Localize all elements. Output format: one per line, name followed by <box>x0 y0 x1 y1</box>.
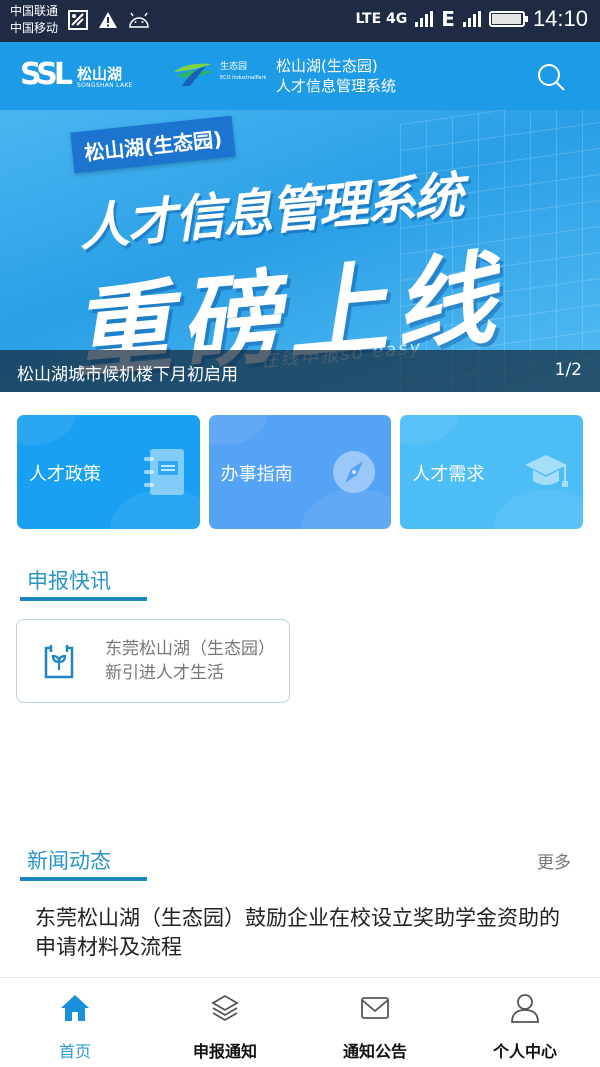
card-label: 办事指南 <box>220 464 293 485</box>
banner-pager: 1/2 <box>554 360 582 380</box>
eco-cn: 生态园 <box>220 62 248 72</box>
banner-caption[interactable]: 松山湖城市候机楼下月初启用 <box>17 360 238 385</box>
flash-news-item[interactable]: 东莞松山湖（生态园）新引进人才生活 <box>16 619 290 703</box>
signal-2-icon <box>462 11 481 27</box>
app-title-line-2: 人才信息管理系统 <box>276 77 397 95</box>
graduation-cap-icon <box>525 455 569 487</box>
home-icon <box>61 995 89 1021</box>
layers-icon <box>211 994 239 1022</box>
carrier-names: 中国联通 中国移动 <box>10 3 58 37</box>
flash-news-text: 东莞松山湖（生态园）新引进人才生活 <box>105 639 275 683</box>
app-header: SSL 松山湖 SONGSHAN LAKE 生态园 ECO Industrial… <box>0 42 600 110</box>
nav-label: 首页 <box>58 1042 91 1061</box>
nav-home[interactable]: 首页 <box>0 978 150 1067</box>
signal-1-icon <box>415 11 434 27</box>
logo-mark: SSL <box>20 57 73 92</box>
warning-icon <box>99 12 117 28</box>
network-2-label: E <box>441 7 455 31</box>
banner-caption-bar: 松山湖城市候机楼下月初启用 1/2 <box>0 350 600 392</box>
logo-cn: 松山湖 <box>76 65 122 83</box>
nav-label: 通知公告 <box>342 1042 407 1061</box>
android-icon <box>129 12 149 28</box>
card-label: 人才需求 <box>412 464 485 485</box>
user-icon <box>511 994 539 1023</box>
flash-section-title: 申报快讯 <box>27 569 111 593</box>
songshan-lake-logo: SSL 松山湖 SONGSHAN LAKE <box>20 60 133 90</box>
banner-tag: 松山湖(生态园) <box>70 115 236 174</box>
sprout-calendar-icon <box>44 645 74 679</box>
compass-icon <box>333 451 376 493</box>
news-section-title: 新闻动态 <box>27 849 111 873</box>
quick-cards: 人才政策 办事指南 人才需求 <box>17 415 584 529</box>
app-title-line-1: 松山湖(生态园) <box>276 57 378 75</box>
card-label: 人才政策 <box>29 464 101 485</box>
carrier-1: 中国联通 <box>10 4 59 18</box>
app-title: 松山湖(生态园) 人才信息管理系统 <box>276 56 396 96</box>
talent-demand-card[interactable]: 人才需求 <box>400 415 584 529</box>
news-section-underline <box>20 877 147 881</box>
service-guide-card[interactable]: 办事指南 <box>208 415 392 529</box>
battery-icon <box>488 11 528 27</box>
status-bar: 中国联通 中国移动 LTE 4G E 14:10 <box>0 0 600 42</box>
nav-announcements[interactable]: 通知公告 <box>300 978 450 1067</box>
banner-carousel[interactable]: 松山湖(生态园) 人才信息管理系统 重磅上线 在线申报so easy 松山湖城市… <box>0 110 600 392</box>
search-button[interactable] <box>536 62 566 92</box>
image-icon <box>68 10 88 30</box>
talent-policy-card[interactable]: 人才政策 <box>17 415 200 529</box>
eco-leaf-icon <box>174 63 214 86</box>
search-icon <box>538 64 565 91</box>
notebook-icon <box>143 449 184 495</box>
eco-park-logo: 生态园 ECO IndustrialPark <box>172 58 266 88</box>
flash-section-underline <box>20 597 147 601</box>
nav-personal-center[interactable]: 个人中心 <box>450 978 600 1067</box>
network-1-label: LTE 4G <box>355 11 408 27</box>
carrier-2: 中国移动 <box>10 21 59 35</box>
clock: 14:10 <box>532 6 588 31</box>
nav-label: 申报通知 <box>192 1042 257 1061</box>
eco-en: ECO IndustrialPark <box>220 75 267 81</box>
nav-label: 个人中心 <box>492 1042 557 1061</box>
mail-icon <box>361 997 389 1019</box>
nav-application-notices[interactable]: 申报通知 <box>150 978 300 1067</box>
bottom-navigation: 首页 申报通知 通知公告 个人中心 <box>0 977 600 1067</box>
more-news-link[interactable]: 更多 <box>537 848 571 873</box>
news-list-item[interactable]: 东莞松山湖（生态园）鼓励企业在校设立奖助学金资助的申请材料及流程 <box>35 904 575 962</box>
logo-en: SONGSHAN LAKE <box>76 82 133 89</box>
